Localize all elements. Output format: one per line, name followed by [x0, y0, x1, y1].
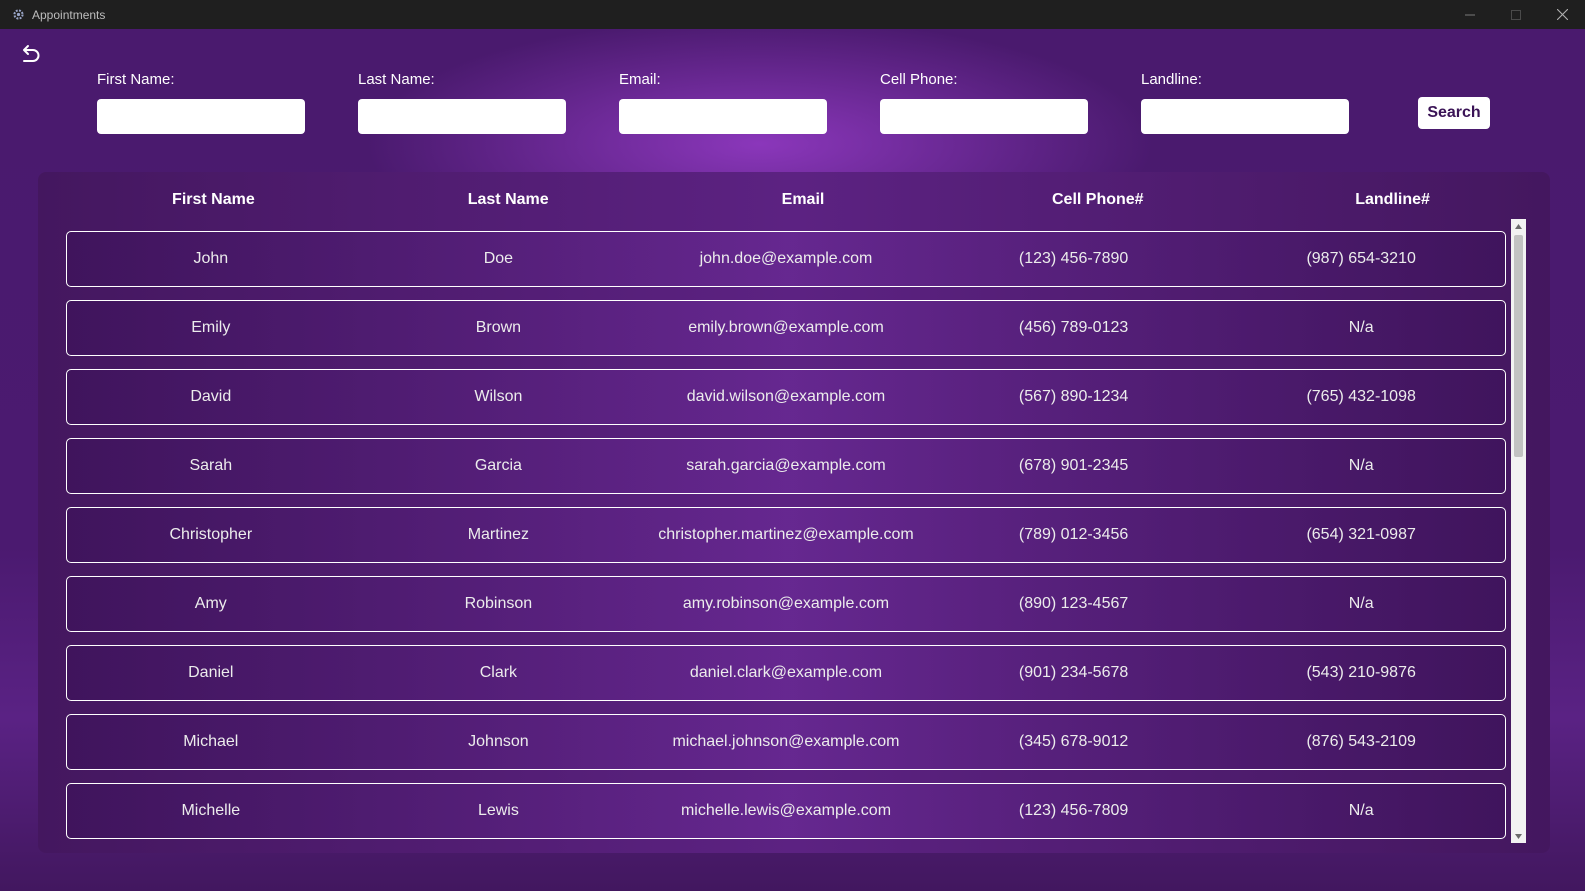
landline-field: Landline: — [1141, 71, 1349, 134]
cell-first-name: David — [190, 388, 232, 405]
last-name-input[interactable] — [358, 99, 566, 134]
table-row[interactable]: Christopher Martinez christopher.martine… — [66, 507, 1506, 563]
back-button[interactable] — [16, 43, 44, 71]
cell-first-name: Emily — [191, 319, 231, 336]
cell-cell-phone: (678) 901-2345 — [1018, 457, 1129, 474]
cell-landline: N/a — [1348, 319, 1374, 336]
cell-cell-phone: (789) 012-3456 — [1018, 526, 1129, 543]
cell-email: sarah.garcia@example.com — [686, 457, 886, 474]
cell-first-name: Michael — [183, 733, 239, 750]
maximize-icon[interactable] — [1493, 0, 1539, 29]
cell-last-name: Wilson — [474, 388, 523, 405]
cell-cell-phone: (345) 678-9012 — [1018, 733, 1129, 750]
cell-first-name: Michelle — [181, 802, 241, 819]
cell-first-name: Amy — [194, 595, 227, 612]
search-button[interactable]: Search — [1418, 97, 1490, 129]
cell-landline: (543) 210-9876 — [1306, 664, 1416, 681]
first-name-label: First Name: — [97, 71, 175, 88]
app-window: Appointments First Name: Last Name: Emai… — [0, 0, 1585, 891]
table-row[interactable]: David Wilson david.wilson@example.com (5… — [66, 369, 1506, 425]
table-row[interactable]: Michelle Lewis michelle.lewis@example.co… — [66, 783, 1506, 839]
cell-last-name: Lewis — [477, 802, 519, 819]
first-name-field: First Name: — [97, 71, 305, 134]
table-row[interactable]: John Doe john.doe@example.com (123) 456-… — [66, 231, 1506, 287]
cell-cell-phone: (567) 890-1234 — [1018, 388, 1129, 405]
cell-last-name: Robinson — [464, 595, 533, 612]
column-header-last-name[interactable]: Last Name — [361, 191, 656, 209]
cell-last-name: Johnson — [468, 733, 529, 750]
window-controls — [1447, 0, 1585, 29]
gear-icon — [11, 8, 25, 22]
cell-cell-phone: (901) 234-5678 — [1018, 664, 1129, 681]
cell-last-name: Doe — [483, 250, 514, 267]
email-input[interactable] — [619, 99, 827, 134]
column-header-cell-phone[interactable]: Cell Phone# — [950, 191, 1245, 209]
close-icon[interactable] — [1539, 0, 1585, 29]
table-header: First Name Last Name Email Cell Phone# L… — [66, 172, 1540, 228]
window-title: Appointments — [32, 7, 106, 22]
cell-email: michelle.lewis@example.com — [680, 802, 892, 819]
contacts-table: First Name Last Name Email Cell Phone# L… — [38, 172, 1550, 853]
cell-email: john.doe@example.com — [699, 250, 873, 267]
cell-email: christopher.martinez@example.com — [658, 526, 914, 543]
cell-landline: N/a — [1348, 595, 1374, 612]
minimize-icon[interactable] — [1447, 0, 1493, 29]
column-header-first-name[interactable]: First Name — [66, 191, 361, 209]
cell-phone-input[interactable] — [880, 99, 1088, 134]
cell-first-name: Sarah — [189, 457, 233, 474]
cell-last-name: Martinez — [467, 526, 530, 543]
cell-email: amy.robinson@example.com — [682, 595, 890, 612]
cell-first-name: Daniel — [188, 664, 234, 681]
scrollbar-thumb[interactable] — [1514, 235, 1523, 457]
cell-cell-phone: (123) 456-7809 — [1018, 802, 1129, 819]
title-bar: Appointments — [0, 0, 1585, 29]
table-row[interactable]: Amy Robinson amy.robinson@example.com (8… — [66, 576, 1506, 632]
cell-last-name: Clark — [479, 664, 518, 681]
cell-landline: (765) 432-1098 — [1306, 388, 1416, 405]
cell-last-name: Brown — [475, 319, 522, 336]
email-field: Email: — [619, 71, 827, 134]
last-name-field: Last Name: — [358, 71, 566, 134]
landline-input[interactable] — [1141, 99, 1349, 134]
cell-email: emily.brown@example.com — [688, 319, 884, 336]
cell-phone-label: Cell Phone: — [880, 71, 958, 88]
back-arrow-icon — [19, 44, 41, 71]
scroll-up-icon[interactable] — [1511, 219, 1526, 233]
cell-landline: (987) 654-3210 — [1306, 250, 1416, 267]
last-name-label: Last Name: — [358, 71, 435, 88]
cell-landline: (654) 321-0987 — [1306, 526, 1416, 543]
email-label: Email: — [619, 71, 661, 88]
cell-first-name: Christopher — [169, 526, 253, 543]
first-name-input[interactable] — [97, 99, 305, 134]
cell-email: michael.johnson@example.com — [672, 733, 900, 750]
cell-phone-field: Cell Phone: — [880, 71, 1088, 134]
cell-email: daniel.clark@example.com — [689, 664, 883, 681]
cell-cell-phone: (456) 789-0123 — [1018, 319, 1129, 336]
cell-landline: N/a — [1348, 457, 1374, 474]
column-header-email[interactable]: Email — [656, 191, 951, 209]
cell-landline: N/a — [1348, 802, 1374, 819]
table-row[interactable]: Daniel Clark daniel.clark@example.com (9… — [66, 645, 1506, 701]
cell-cell-phone: (890) 123-4567 — [1018, 595, 1129, 612]
table-body: John Doe john.doe@example.com (123) 456-… — [66, 231, 1506, 852]
cell-email: david.wilson@example.com — [686, 388, 886, 405]
column-header-landline[interactable]: Landline# — [1245, 191, 1540, 209]
landline-label: Landline: — [1141, 71, 1202, 88]
main-content: First Name: Last Name: Email: Cell Phone… — [0, 29, 1585, 891]
vertical-scrollbar[interactable] — [1511, 219, 1526, 843]
table-row[interactable]: Sarah Garcia sarah.garcia@example.com (6… — [66, 438, 1506, 494]
table-row[interactable]: Emily Brown emily.brown@example.com (456… — [66, 300, 1506, 356]
cell-first-name: John — [193, 250, 229, 267]
cell-cell-phone: (123) 456-7890 — [1018, 250, 1129, 267]
cell-landline: (876) 543-2109 — [1306, 733, 1416, 750]
table-row[interactable]: Michael Johnson michael.johnson@example.… — [66, 714, 1506, 770]
scroll-down-icon[interactable] — [1511, 829, 1526, 843]
cell-last-name: Garcia — [474, 457, 522, 474]
